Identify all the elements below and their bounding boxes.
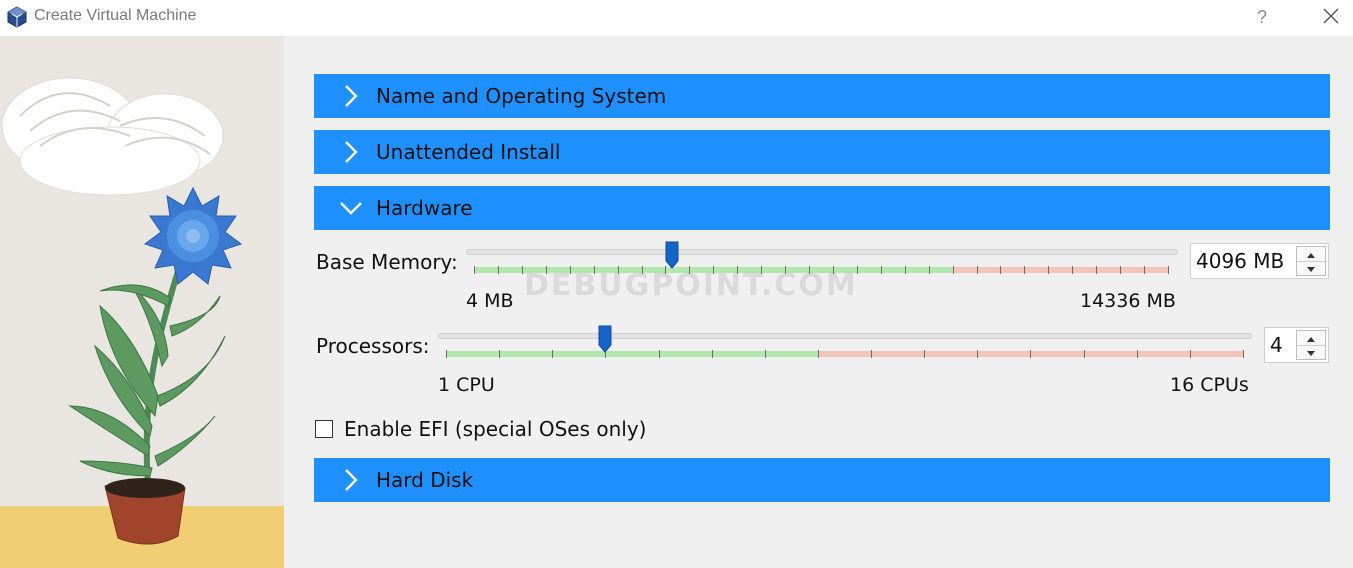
processors-tick (499, 350, 500, 358)
base-memory-increment-button[interactable] (1297, 247, 1325, 262)
processors-tick (1030, 350, 1031, 358)
arrow-down-icon (1307, 267, 1315, 272)
base-memory-tick (498, 266, 499, 274)
processors-tick (765, 350, 766, 358)
base-memory-spinbox[interactable]: 4096 MB (1190, 243, 1329, 279)
chevron-right-icon (345, 141, 358, 163)
base-memory-tick (1120, 266, 1121, 274)
base-memory-decrement-button[interactable] (1297, 261, 1325, 275)
base-memory-tick (929, 266, 930, 274)
processors-decrement-button[interactable] (1297, 345, 1325, 359)
close-icon[interactable] (1318, 3, 1344, 29)
processors-spinbox[interactable]: 4 (1264, 327, 1329, 363)
arrow-down-icon (1307, 351, 1315, 356)
sidebar-illustration (0, 36, 284, 568)
base-memory-tick (522, 266, 523, 274)
section-hardware-label: Hardware (376, 196, 473, 220)
processors-tick (446, 350, 447, 358)
base-memory-tick (1072, 266, 1073, 274)
base-memory-tick (881, 266, 882, 274)
processors-tick (712, 350, 713, 358)
processors-tick (818, 350, 819, 358)
processors-stepper[interactable] (1296, 330, 1326, 360)
base-memory-tick (905, 266, 906, 274)
base-memory-tick (474, 266, 475, 274)
chevron-right-icon (345, 469, 358, 491)
processors-value[interactable]: 4 (1270, 333, 1283, 357)
window-title: Create Virtual Machine (34, 7, 197, 24)
base-memory-value[interactable]: 4096 MB (1196, 249, 1284, 273)
base-memory-tick (1000, 266, 1001, 274)
processors-slider-handle[interactable] (598, 325, 612, 353)
section-hard-disk-label: Hard Disk (376, 468, 474, 492)
section-hard-disk[interactable]: Hard Disk (314, 458, 1330, 502)
base-memory-slider-handle[interactable] (665, 241, 679, 269)
enable-efi-label[interactable]: Enable EFI (special OSes only) (344, 417, 646, 441)
processors-tick (1190, 350, 1191, 358)
base-memory-tick (977, 266, 978, 274)
processors-safe-zone (446, 351, 819, 357)
processors-increment-button[interactable] (1297, 331, 1325, 346)
processors-tick (871, 350, 872, 358)
base-memory-stepper[interactable] (1296, 246, 1326, 276)
processors-tick (552, 350, 553, 358)
title-bar: Create Virtual Machine ? (0, 0, 1353, 36)
chevron-right-icon (345, 85, 358, 107)
base-memory-tick (1048, 266, 1049, 274)
processors-max-label: 16 CPUs (1170, 374, 1249, 396)
base-memory-slider-groove[interactable] (466, 249, 1178, 255)
chevron-down-icon (340, 202, 362, 215)
base-memory-tick (953, 266, 954, 274)
section-hardware[interactable]: Hardware (314, 186, 1330, 230)
processors-warning-zone (819, 351, 1243, 357)
section-unattended-install[interactable]: Unattended Install (314, 130, 1330, 174)
section-name-and-os-label: Name and Operating System (376, 84, 667, 108)
help-button[interactable]: ? (1252, 4, 1272, 30)
processors-tick (924, 350, 925, 358)
processors-min-label: 1 CPU (438, 374, 495, 396)
processors-label: Processors: (316, 334, 430, 358)
processors-tick (659, 350, 660, 358)
processors-slider-groove[interactable] (438, 333, 1252, 339)
virtualbox-app-icon (7, 6, 27, 28)
base-memory-tick (1168, 266, 1169, 274)
base-memory-tick (1024, 266, 1025, 274)
processors-tick (1137, 350, 1138, 358)
base-memory-warning-zone (954, 267, 1168, 273)
watermark-text: DEBUGPOINT.COM (524, 268, 858, 303)
section-name-and-os[interactable]: Name and Operating System (314, 74, 1330, 118)
section-unattended-install-label: Unattended Install (376, 140, 561, 164)
processors-tick (1243, 350, 1244, 358)
base-memory-min-label: 4 MB (466, 290, 514, 312)
processors-tick (977, 350, 978, 358)
wizard-content: Name and Operating System Unattended Ins… (284, 36, 1353, 568)
base-memory-tick (1144, 266, 1145, 274)
base-memory-label: Base Memory: (316, 250, 458, 274)
base-memory-max-label: 14336 MB (1080, 290, 1176, 312)
enable-efi-checkbox[interactable] (315, 420, 333, 438)
processors-tick (1084, 350, 1085, 358)
base-memory-tick (1096, 266, 1097, 274)
